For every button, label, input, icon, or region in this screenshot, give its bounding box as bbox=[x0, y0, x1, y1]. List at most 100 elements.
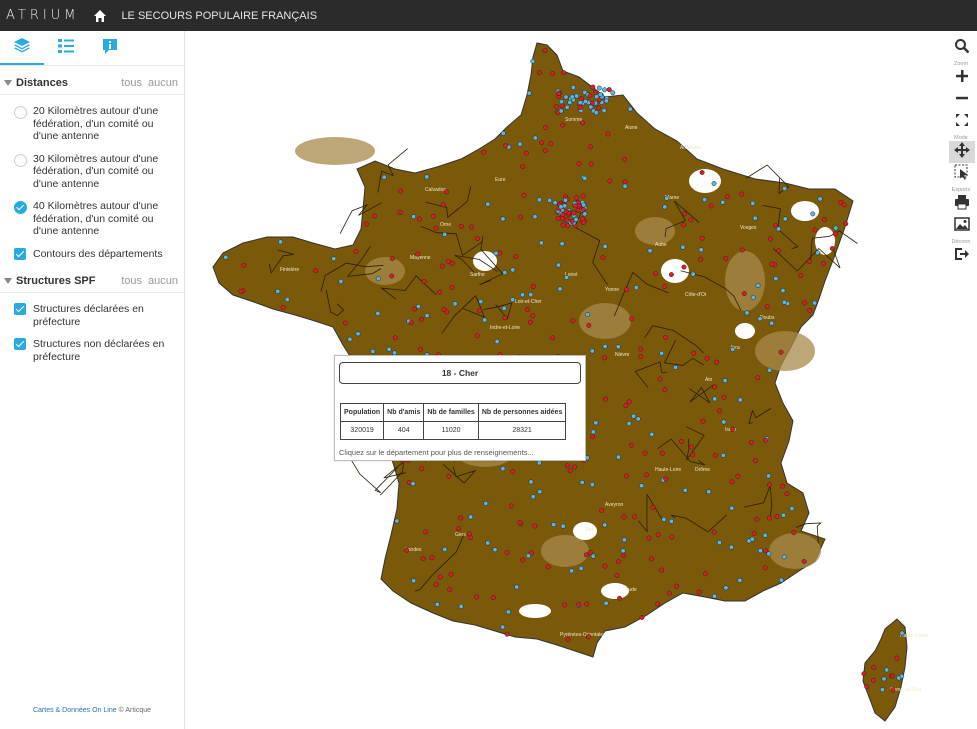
declared-structure-marker[interactable] bbox=[537, 69, 542, 75]
option-declared-structures[interactable]: Structures déclarées en préfecture bbox=[0, 303, 184, 328]
undeclared-structure-marker[interactable] bbox=[664, 195, 670, 201]
undeclared-structure-marker[interactable] bbox=[750, 295, 756, 300]
declared-structure-marker[interactable] bbox=[663, 476, 669, 482]
declared-structure-marker[interactable] bbox=[418, 346, 423, 352]
declared-structure-marker[interactable] bbox=[521, 192, 527, 198]
undeclared-structure-marker[interactable] bbox=[582, 175, 588, 181]
undeclared-structure-marker[interactable] bbox=[223, 254, 229, 260]
declared-structure-marker[interactable] bbox=[550, 335, 556, 341]
undeclared-structure-marker[interactable] bbox=[442, 546, 448, 552]
undeclared-structure-marker[interactable] bbox=[442, 231, 448, 237]
undeclared-structure-marker[interactable] bbox=[712, 396, 718, 402]
declared-structure-marker[interactable] bbox=[791, 530, 797, 536]
undeclared-structure-marker[interactable] bbox=[532, 214, 538, 220]
undeclared-structure-marker[interactable] bbox=[778, 577, 784, 583]
undeclared-structure-marker[interactable] bbox=[884, 667, 890, 673]
declared-structure-marker[interactable] bbox=[560, 212, 566, 218]
declared-structure-marker[interactable] bbox=[441, 306, 447, 312]
declared-structure-marker[interactable] bbox=[503, 143, 509, 149]
undeclared-structure-marker[interactable] bbox=[525, 553, 531, 559]
declared-structure-marker[interactable] bbox=[602, 563, 608, 569]
declared-structure-marker[interactable] bbox=[762, 565, 768, 571]
undeclared-structure-marker[interactable] bbox=[610, 90, 616, 96]
declared-structure-marker[interactable] bbox=[562, 602, 568, 608]
declared-structure-marker[interactable] bbox=[504, 549, 510, 555]
undeclared-structure-marker[interactable] bbox=[712, 593, 717, 599]
declared-structure-marker[interactable] bbox=[371, 213, 377, 219]
declared-structure-marker[interactable] bbox=[397, 209, 403, 215]
declared-structure-marker[interactable] bbox=[567, 468, 573, 474]
declared-structure-marker[interactable] bbox=[696, 589, 702, 595]
undeclared-structure-marker[interactable] bbox=[750, 200, 756, 206]
declared-structure-marker[interactable] bbox=[682, 211, 687, 217]
declared-structure-marker[interactable] bbox=[807, 307, 813, 313]
undeclared-structure-marker[interactable] bbox=[394, 518, 400, 524]
undeclared-structure-marker[interactable] bbox=[633, 285, 639, 291]
declared-structure-marker[interactable] bbox=[657, 376, 663, 382]
declared-structure-marker[interactable] bbox=[572, 203, 578, 209]
declared-structure-marker[interactable] bbox=[688, 217, 694, 223]
undeclared-structure-marker[interactable] bbox=[520, 292, 525, 298]
declared-structure-marker[interactable] bbox=[576, 602, 582, 608]
declared-structure-marker[interactable] bbox=[681, 222, 686, 228]
declared-structure-marker[interactable] bbox=[429, 555, 435, 561]
undeclared-structure-marker[interactable] bbox=[284, 297, 290, 302]
declared-structure-marker[interactable] bbox=[510, 469, 516, 475]
undeclared-structure-marker[interactable] bbox=[555, 262, 561, 268]
undeclared-structure-marker[interactable] bbox=[424, 174, 430, 180]
undeclared-structure-marker[interactable] bbox=[338, 279, 344, 284]
declared-structure-marker[interactable] bbox=[648, 556, 654, 562]
undeclared-structure-marker[interactable] bbox=[500, 624, 506, 630]
undeclared-structure-marker[interactable] bbox=[627, 106, 633, 112]
declared-structure-marker[interactable] bbox=[583, 552, 589, 558]
undeclared-structure-marker[interactable] bbox=[720, 452, 726, 458]
tab-legend[interactable] bbox=[44, 31, 88, 65]
declared-structure-marker[interactable] bbox=[821, 261, 826, 267]
declared-structure-marker[interactable] bbox=[542, 148, 548, 154]
declared-structure-marker[interactable] bbox=[602, 355, 608, 361]
declared-structure-marker[interactable] bbox=[415, 251, 421, 257]
undeclared-structure-marker[interactable] bbox=[602, 344, 608, 349]
declared-structure-marker[interactable] bbox=[766, 515, 772, 521]
undeclared-structure-marker[interactable] bbox=[781, 299, 787, 305]
collapse-triangle-icon[interactable] bbox=[4, 278, 12, 284]
undeclared-structure-marker[interactable] bbox=[331, 256, 337, 262]
undeclared-structure-marker[interactable] bbox=[478, 299, 484, 305]
undeclared-structure-marker[interactable] bbox=[375, 311, 381, 316]
declared-structure-marker[interactable] bbox=[712, 384, 718, 390]
undeclared-structure-marker[interactable] bbox=[411, 214, 417, 220]
declared-structure-marker[interactable] bbox=[490, 595, 496, 601]
collapse-triangle-icon[interactable] bbox=[4, 80, 12, 86]
declared-structure-marker[interactable] bbox=[576, 161, 582, 167]
section-structures-header[interactable]: Structures SPF tous aucun bbox=[0, 270, 184, 293]
declared-structure-marker[interactable] bbox=[668, 272, 674, 278]
declared-structure-marker[interactable] bbox=[894, 655, 900, 661]
declared-structure-marker[interactable] bbox=[801, 558, 807, 564]
declared-structure-marker[interactable] bbox=[523, 150, 529, 156]
declared-structure-marker[interactable] bbox=[691, 350, 697, 356]
declared-structure-marker[interactable] bbox=[890, 687, 896, 693]
declared-structure-marker[interactable] bbox=[629, 316, 635, 322]
declared-structure-marker[interactable] bbox=[575, 207, 581, 213]
declared-structure-marker[interactable] bbox=[419, 316, 424, 322]
declared-structure-marker[interactable] bbox=[456, 526, 461, 532]
undeclared-structure-marker[interactable] bbox=[536, 197, 542, 203]
select-all-link[interactable]: tous bbox=[121, 275, 142, 287]
undeclared-structure-marker[interactable] bbox=[810, 211, 816, 217]
undeclared-structure-marker[interactable] bbox=[569, 568, 575, 574]
undeclared-structure-marker[interactable] bbox=[833, 225, 839, 231]
undeclared-structure-marker[interactable] bbox=[468, 514, 474, 520]
undeclared-structure-marker[interactable] bbox=[602, 87, 607, 93]
undeclared-structure-marker[interactable] bbox=[517, 141, 523, 147]
undeclared-structure-marker[interactable] bbox=[275, 288, 281, 294]
undeclared-structure-marker[interactable] bbox=[528, 292, 534, 298]
option-distance-40km[interactable]: 40 Kilomètres autour d'une fédération, d… bbox=[0, 200, 184, 238]
undeclared-structure-marker[interactable] bbox=[560, 523, 566, 529]
declared-structure-marker[interactable] bbox=[655, 532, 661, 538]
declared-structure-marker[interactable] bbox=[773, 223, 779, 229]
declared-structure-marker[interactable] bbox=[622, 179, 628, 185]
declared-structure-marker[interactable] bbox=[443, 189, 449, 195]
declared-structure-marker[interactable] bbox=[446, 473, 452, 479]
select-none-link[interactable]: aucun bbox=[148, 275, 178, 287]
undeclared-structure-marker[interactable] bbox=[622, 183, 628, 189]
